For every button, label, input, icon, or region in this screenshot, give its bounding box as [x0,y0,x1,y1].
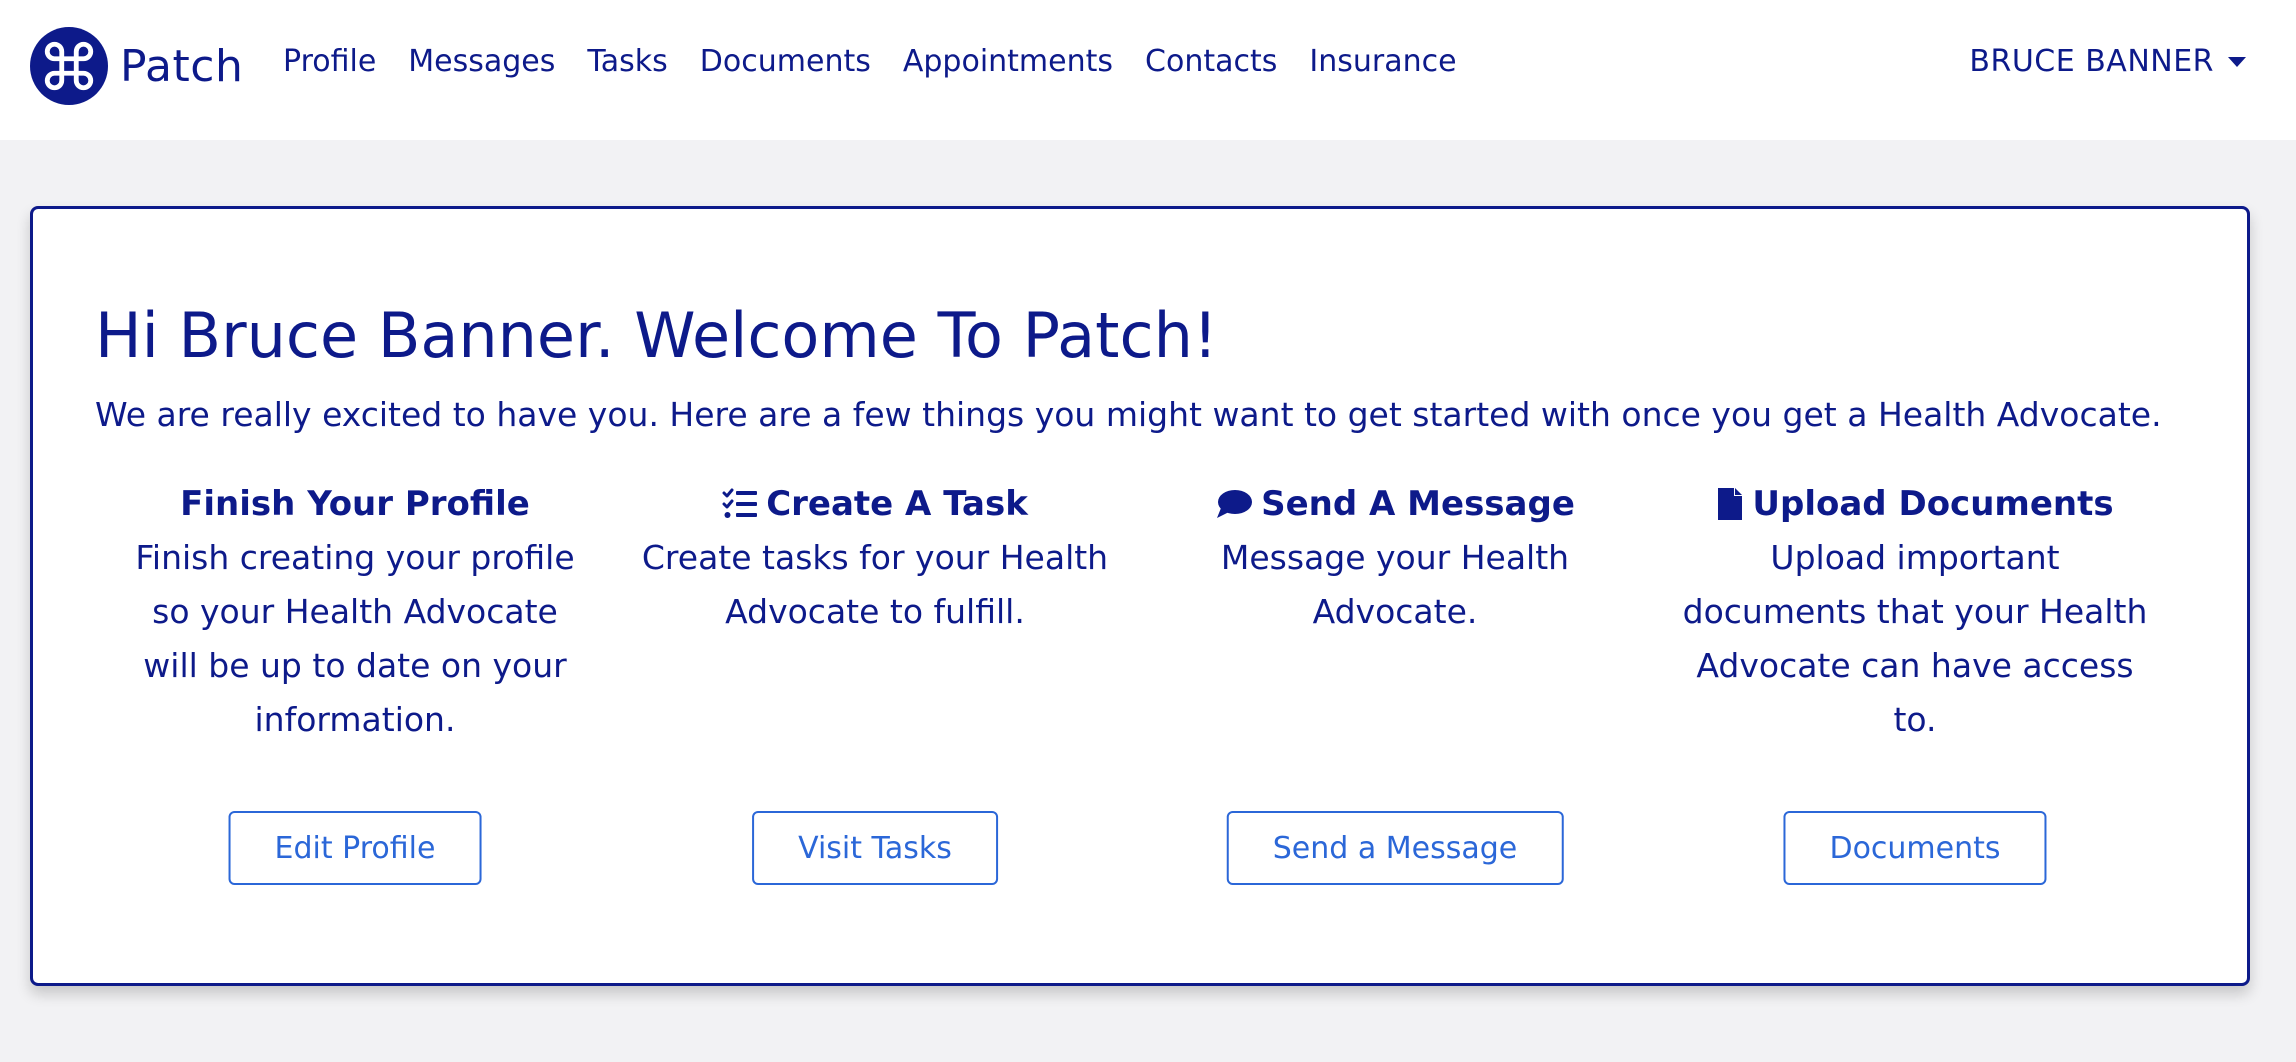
feature-description: Message your Health Advocate. [1220,538,1570,631]
command-key-icon [30,27,108,105]
comment-icon [1215,488,1253,520]
feature-description: Finish creating your profile so your Hea… [135,538,575,739]
documents-button[interactable]: Documents [1783,811,2047,885]
feature-description: Create tasks for your Health Advocate to… [641,538,1109,631]
top-navbar: Patch Profile Messages Tasks Documents A… [0,0,2296,140]
feature-title-text: Finish Your Profile [180,484,530,524]
nav-item-tasks[interactable]: Tasks [587,44,667,79]
feature-description: Upload important documents that your Hea… [1682,538,2148,739]
nav-item-profile[interactable]: Profile [283,44,376,79]
action-slot: Send a Message [1135,811,1655,891]
edit-profile-button[interactable]: Edit Profile [228,811,482,885]
feature-title: Send A Message [1135,479,1655,529]
action-slot: Visit Tasks [615,811,1135,891]
nav-item-insurance[interactable]: Insurance [1309,44,1456,79]
feature-title-text: Upload Documents [1752,484,2114,524]
file-icon [1716,486,1744,522]
main-nav: Profile Messages Tasks Documents Appoint… [283,44,1457,79]
feature-actions: Edit Profile Visit Tasks Send a Message … [95,811,2175,891]
welcome-subtitle: We are really excited to have you. Here … [95,395,2162,434]
feature-title: Finish Your Profile [95,479,615,529]
feature-title: Upload Documents [1655,479,2175,529]
welcome-card: Hi Bruce Banner. Welcome To Patch! We ar… [30,206,2250,986]
nav-item-appointments[interactable]: Appointments [903,44,1113,79]
tasks-icon [722,487,758,521]
user-name: BRUCE BANNER [1969,44,2214,79]
user-menu-dropdown[interactable]: BRUCE BANNER [1969,44,2246,79]
nav-item-messages[interactable]: Messages [408,44,555,79]
action-slot: Edit Profile [95,811,615,891]
feature-title-text: Create A Task [766,484,1028,524]
nav-item-documents[interactable]: Documents [700,44,871,79]
action-slot: Documents [1655,811,2175,891]
brand-name: Patch [120,40,244,92]
nav-item-contacts[interactable]: Contacts [1145,44,1277,79]
feature-title-text: Send A Message [1261,484,1575,524]
feature-title: Create A Task [615,479,1135,529]
visit-tasks-button[interactable]: Visit Tasks [752,811,998,885]
brand-home-link[interactable]: Patch [30,27,243,105]
welcome-title: Hi Bruce Banner. Welcome To Patch! [95,299,1218,372]
caret-down-icon [2228,56,2246,67]
send-message-button[interactable]: Send a Message [1226,811,1564,885]
